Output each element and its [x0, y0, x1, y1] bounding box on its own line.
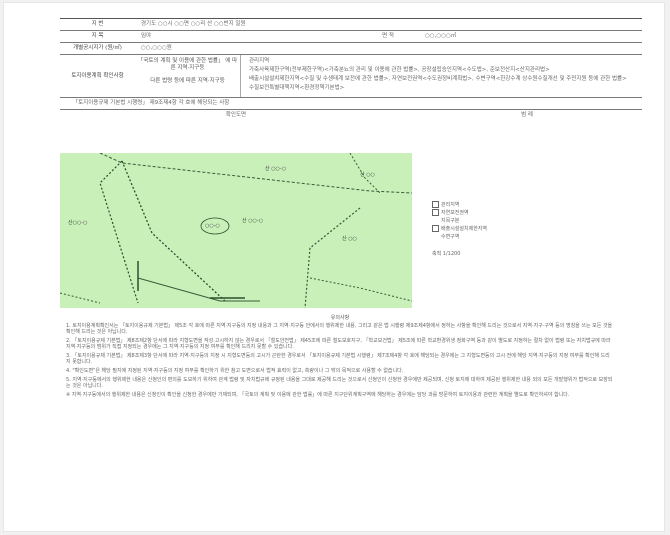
note-paragraph: 5. 지역·지구등에서의 행위제한 내용은 신청인의 편의를 도모하기 위하여 … — [66, 377, 613, 389]
zone-types: 「국토의 계획 및 이용에 관한 법률」 에 따른 지역·지구등 다른 법령 등… — [135, 55, 241, 97]
zone-type-2: 다른 법령 등에 따른 지역·지구등 — [150, 78, 225, 84]
legend-swatch — [432, 217, 439, 224]
land-use-block: 토지이용계획 확인사항 「국토의 계획 및 이용에 관한 법률」 에 따른 지역… — [60, 55, 642, 98]
area-label: 면 적 — [382, 33, 394, 39]
note-paragraph: 1. 토지이용계획확인서는 「토지이용규제 기본법」 제5조 각 호에 따른 지… — [66, 323, 613, 335]
zone-line-1: 가축사육제한구역(전부제한구역)<가축분뇨의 관리 및 이용에 관한 법률>, … — [249, 67, 550, 73]
map-legend: 관리지역 자연보전권역 지목구분 배출시설설치제한지역 수변구역 축척 1/12… — [432, 201, 487, 258]
note-paragraph: ※ 지역·지구등에서의 행위제한 내용은 신청인이 확인을 신청한 경우에만 기… — [66, 392, 570, 398]
zone-head: 관리지역 — [249, 58, 270, 64]
land-price-value: ○○,○○○원 — [141, 45, 172, 51]
land-category-label: 지 목 — [91, 33, 104, 39]
ordinance-label: 「토지이용규제 기본법 시행령」 제9조제4항 각 호에 해당되는 사항 — [72, 100, 230, 106]
map-label-d: 산 ○○-○ — [242, 218, 264, 224]
parcel-row: 지 번 경기도 ○○시 ○○면 ○○리 산 ○○번지 일원 — [60, 18, 642, 31]
land-use-label: 토지이용계획 확인사항 — [71, 72, 124, 79]
legend-swatch — [432, 225, 439, 232]
map-label-c: 산○○-○ — [68, 220, 88, 226]
legend-swatch — [432, 201, 439, 208]
notes-section: 유의사항 1. 토지이용계획확인서는 「토지이용규제 기본법」 제5조 각 호에… — [66, 315, 614, 401]
zone-type-1: 「국토의 계획 및 이용에 관한 법률」 에 따른 지역·지구등 — [137, 58, 238, 71]
parcel-label: 지 번 — [91, 21, 104, 27]
zone-details: 관리지역 가축사육제한구역(전부제한구역)<가축분뇨의 관리 및 이용에 관한 … — [241, 55, 642, 97]
map-label-e: 산 ○○ — [342, 236, 357, 242]
document-page: 지 번 경기도 ○○시 ○○면 ○○리 산 ○○번지 일원 지 목 임야 면 적… — [4, 3, 664, 531]
land-price-row: 개별공시지가 (원/㎡) ○○,○○○원 — [60, 43, 642, 55]
area-value: ○○,○○○㎡ — [425, 33, 457, 39]
note-paragraph: 4. "확인도면"은 해당 필지에 지정된 지역·지구등의 지정 여부를 확인하… — [66, 368, 404, 374]
land-price-label: 개별공시지가 (원/㎡) — [73, 45, 122, 51]
confirmation-map: 산 ○○-○ 산 ○○ 산○○-○ 산 ○○-○ 산 ○○ ○○-○ — [59, 152, 413, 309]
map-label-b: 산 ○○ — [360, 172, 375, 178]
legend-item: 수변구역 — [432, 233, 487, 241]
note-paragraph: 2. 「토지이용규제 기본법」 제8조제2항 단서에 따라 지형도면을 작성·고… — [66, 338, 611, 350]
map-label-f: ○○-○ — [205, 223, 220, 229]
zone-line-3: 수질보전특별대책지역<환경정책기본법> — [249, 85, 345, 91]
map-header: 확인도면 범 례 — [60, 110, 642, 120]
land-category-value: 임야 — [141, 33, 152, 39]
legend-item: 관리지역 — [432, 201, 487, 209]
legend-item: 배출시설설치제한지역 — [432, 225, 487, 233]
legend-swatch — [432, 209, 439, 216]
legend-item: 지목구분 — [432, 217, 487, 225]
zone-line-2: 배출시설설치제한지역<수질 및 수생태계 보전에 관한 법률>, 자연보전권역<… — [249, 76, 627, 82]
map-header-right: 범 례 — [521, 111, 533, 118]
legend-item: 자연보전권역 — [432, 209, 487, 217]
legend-swatch — [432, 233, 439, 240]
ordinance-row: 「토지이용규제 기본법 시행령」 제9조제4항 각 호에 해당되는 사항 — [60, 98, 642, 110]
note-paragraph: 3. 「토지이용규제 기본법」 제8조제3항 단서에 따라 지역·지구등의 지정… — [66, 353, 610, 365]
map-label-a: 산 ○○-○ — [265, 166, 287, 172]
legend-scale: 축척 1/1200 — [432, 251, 461, 257]
parcel-value: 경기도 ○○시 ○○면 ○○리 산 ○○번지 일원 — [141, 21, 246, 27]
land-category-row: 지 목 임야 면 적 ○○,○○○㎡ — [60, 31, 642, 43]
map-header-left: 확인도면 — [225, 111, 247, 118]
land-use-table: 지 번 경기도 ○○시 ○○면 ○○리 산 ○○번지 일원 지 목 임야 면 적… — [60, 18, 642, 120]
notes-title: 유의사항 — [330, 315, 350, 321]
